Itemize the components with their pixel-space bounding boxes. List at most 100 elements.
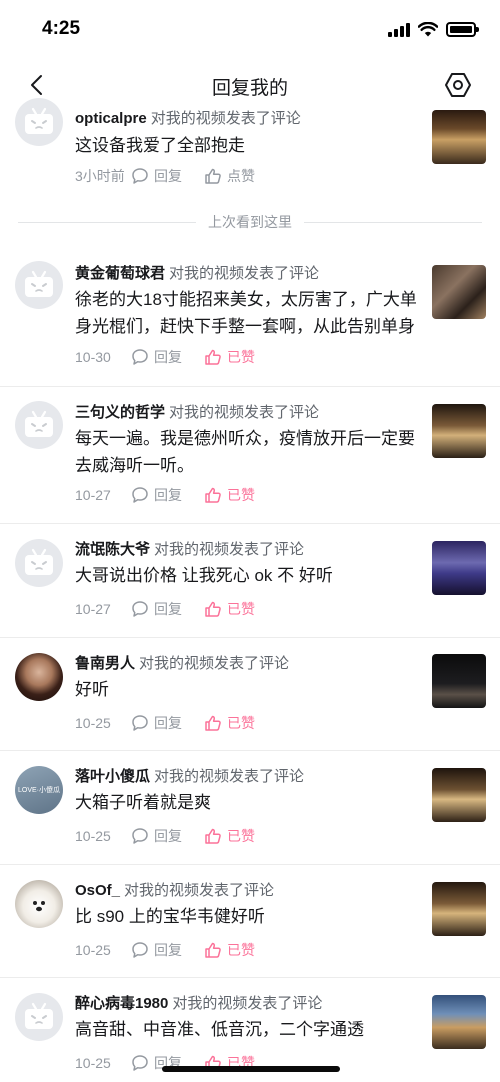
video-thumbnail[interactable]: [432, 110, 486, 164]
video-thumbnail[interactable]: [432, 265, 486, 319]
action-text: 对我的视频发表了评论: [169, 265, 320, 282]
username[interactable]: 醉心病毒1980: [75, 995, 168, 1012]
comment-bubble-icon: [132, 1055, 148, 1071]
like-label: 已赞: [227, 828, 255, 844]
avatar: [15, 98, 63, 146]
username[interactable]: 黄金葡萄球君: [75, 265, 165, 282]
avatar: LOVE·小傻瓜: [15, 766, 63, 814]
comment-time: 3小时前: [75, 168, 125, 184]
video-thumbnail[interactable]: [432, 654, 486, 708]
reply-item[interactable]: LOVE·小傻瓜 落叶小傻瓜 对我的视频发表了评论 大箱子听着就是爽 10-25 …: [0, 751, 500, 865]
dog-avatar-icon: [33, 901, 45, 912]
home-indicator[interactable]: [162, 1066, 340, 1072]
like-button[interactable]: 已赞: [204, 485, 255, 505]
avatar: [15, 401, 63, 449]
reply-label: 回复: [154, 828, 182, 844]
avatar: [15, 539, 63, 587]
comment-text: 每天一遍。我是德州听众，疫情放开后一定要去威海听一听。: [75, 429, 415, 475]
tv-mascot-icon: [25, 548, 53, 575]
like-label: 已赞: [227, 715, 255, 731]
comment-bubble-icon: [132, 828, 148, 844]
status-bar: 4:25: [0, 0, 500, 60]
comment-date: 10-27: [75, 487, 111, 503]
reply-button[interactable]: 回复: [131, 166, 182, 186]
comment-bubble-icon: [132, 601, 148, 617]
reply-label: 回复: [154, 487, 182, 503]
comment-date: 10-25: [75, 715, 111, 731]
like-button[interactable]: 已赞: [204, 940, 255, 960]
reply-item[interactable]: 三句义的哲学 对我的视频发表了评论 每天一遍。我是德州听众，疫情放开后一定要去威海…: [0, 387, 500, 524]
username[interactable]: 流氓陈大爷: [75, 541, 150, 558]
comment-date: 10-27: [75, 601, 111, 617]
comment-text: 比 s90 上的宝华韦健好听: [75, 907, 265, 926]
thumb-up-icon: [205, 168, 221, 184]
reply-item[interactable]: 流氓陈大爷 对我的视频发表了评论 大哥说出价格 让我死心 ok 不 好听 10-2…: [0, 524, 500, 638]
like-label: 点赞: [227, 168, 255, 184]
action-text: 对我的视频发表了评论: [154, 768, 305, 785]
comment-text: 徐老的大18寸能招来美女，太厉害了，广大单身光棍们，赶快下手整一套啊，从此告别单…: [75, 290, 417, 336]
reply-item[interactable]: opticalpre 对我的视频发表了评论 这设备我爱了全部抱走 3小时前 回复 …: [0, 96, 500, 198]
comment-date: 10-30: [75, 349, 111, 365]
username[interactable]: opticalpre: [75, 110, 147, 127]
username[interactable]: 鲁南男人: [75, 655, 135, 672]
thumb-up-icon: [205, 349, 221, 365]
like-button[interactable]: 已赞: [204, 826, 255, 846]
status-time: 4:25: [42, 18, 81, 39]
reply-button[interactable]: 回复: [131, 485, 182, 505]
reply-label: 回复: [154, 168, 182, 184]
action-text: 对我的视频发表了评论: [139, 655, 290, 672]
username[interactable]: 落叶小傻瓜: [75, 768, 150, 785]
comment-text: 好听: [75, 680, 109, 699]
reply-button[interactable]: 回复: [131, 940, 182, 960]
username[interactable]: OsOf_: [75, 882, 120, 899]
reply-item[interactable]: 鲁南男人 对我的视频发表了评论 好听 10-25 回复 已赞: [0, 638, 500, 751]
reply-button[interactable]: 回复: [131, 599, 182, 619]
like-label: 已赞: [227, 942, 255, 958]
tv-mascot-icon: [25, 270, 53, 297]
thumb-up-icon: [205, 601, 221, 617]
settings-button[interactable]: [444, 71, 472, 99]
like-label: 已赞: [227, 349, 255, 365]
video-thumbnail[interactable]: [432, 404, 486, 458]
tv-mascot-icon: [25, 410, 53, 437]
comment-text: 高音甜、中音准、低音沉，二个字通透: [75, 1020, 364, 1039]
tv-mascot-icon: [25, 1002, 53, 1029]
avatar: [15, 653, 63, 701]
like-label: 已赞: [227, 601, 255, 617]
reply-label: 回复: [154, 715, 182, 731]
signal-icon: [388, 22, 410, 37]
reply-label: 回复: [154, 942, 182, 958]
like-button[interactable]: 已赞: [204, 347, 255, 367]
video-thumbnail[interactable]: [432, 995, 486, 1049]
video-thumbnail[interactable]: [432, 541, 486, 595]
avatar: [15, 261, 63, 309]
status-icons: [388, 22, 479, 37]
thumb-up-icon: [205, 715, 221, 731]
reply-button[interactable]: 回复: [131, 826, 182, 846]
video-thumbnail[interactable]: [432, 882, 486, 936]
thumb-up-icon: [205, 942, 221, 958]
comment-date: 10-25: [75, 828, 111, 844]
comment-text: 大哥说出价格 让我死心 ok 不 好听: [75, 566, 333, 585]
like-button[interactable]: 已赞: [204, 713, 255, 733]
last-seen-divider: 上次看到这里: [0, 198, 500, 248]
last-seen-label: 上次看到这里: [196, 212, 304, 232]
avatar-text: LOVE·小傻瓜: [17, 787, 60, 794]
reply-item[interactable]: OsOf_ 对我的视频发表了评论 比 s90 上的宝华韦健好听 10-25 回复 …: [0, 865, 500, 978]
video-thumbnail[interactable]: [432, 768, 486, 822]
action-text: 对我的视频发表了评论: [172, 995, 323, 1012]
action-text: 对我的视频发表了评论: [154, 541, 305, 558]
settings-hexagon-icon: [445, 73, 471, 97]
tv-mascot-icon: [25, 107, 53, 134]
like-button[interactable]: 点赞: [204, 166, 255, 186]
username[interactable]: 三句义的哲学: [75, 404, 165, 421]
reply-item[interactable]: 黄金葡萄球君 对我的视频发表了评论 徐老的大18寸能招来美女，太厉害了，广大单身光…: [0, 248, 500, 387]
thumb-up-icon: [205, 828, 221, 844]
avatar: [15, 880, 63, 928]
reply-button[interactable]: 回复: [131, 713, 182, 733]
comment-bubble-icon: [132, 168, 148, 184]
like-button[interactable]: 已赞: [204, 599, 255, 619]
reply-label: 回复: [154, 601, 182, 617]
comment-text: 这设备我爱了全部抱走: [75, 136, 245, 155]
reply-button[interactable]: 回复: [131, 347, 182, 367]
